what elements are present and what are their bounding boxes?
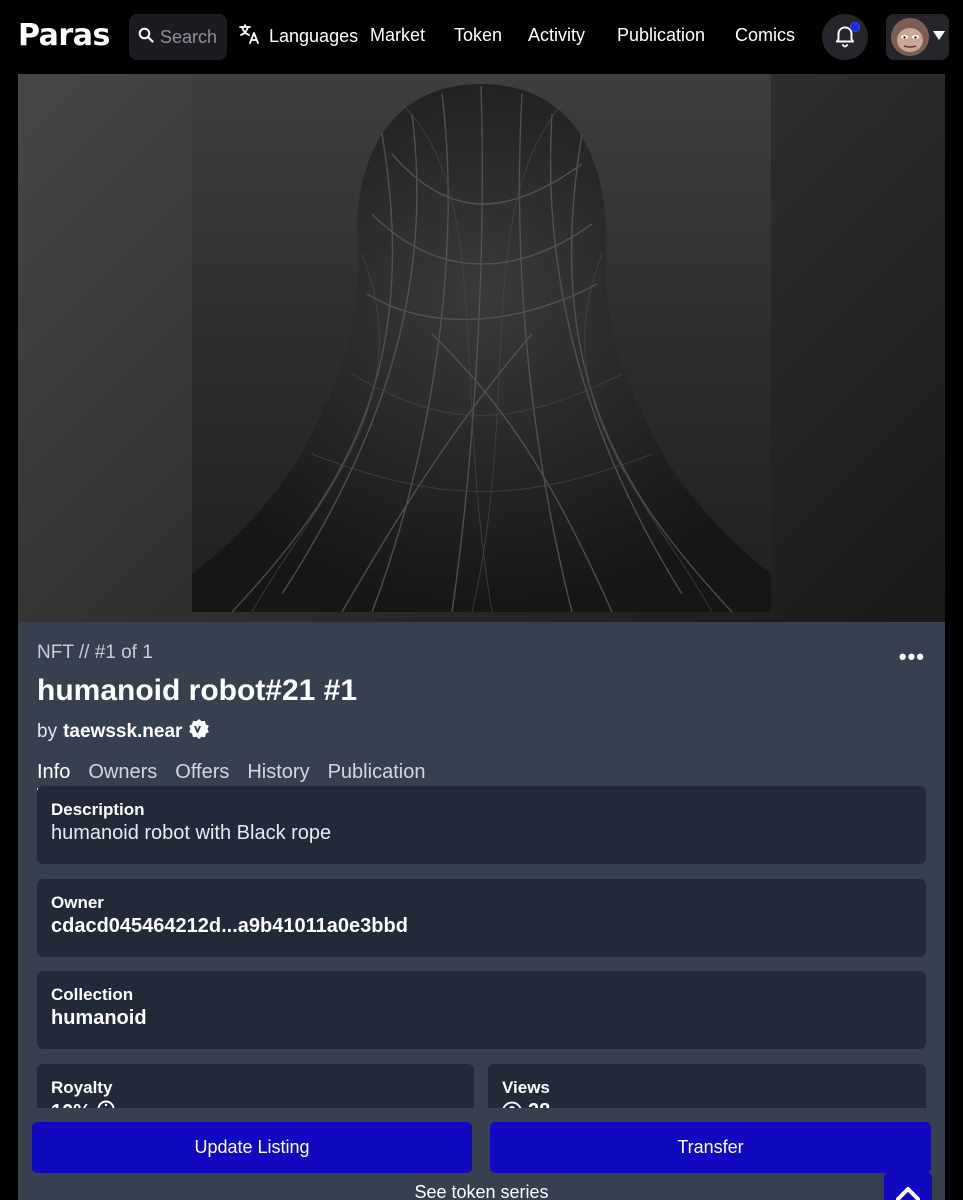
scroll-to-top-button[interactable] <box>884 1172 932 1200</box>
owner-label: Owner <box>51 893 104 912</box>
update-listing-button[interactable]: Update Listing <box>32 1122 472 1173</box>
nav-publication[interactable]: Publication <box>617 25 705 46</box>
description-value: humanoid robot with Black rope <box>51 822 332 844</box>
by-label: by <box>37 721 58 742</box>
token-title: humanoid robot#21 #1 <box>37 674 358 707</box>
search-box[interactable] <box>129 14 227 60</box>
transfer-button[interactable]: Transfer <box>490 1122 931 1173</box>
verified-badge-icon <box>188 718 210 746</box>
nav-activity[interactable]: Activity <box>528 25 585 46</box>
description-label: Description <box>51 800 145 819</box>
collection-card: Collection humanoid <box>37 971 926 1049</box>
creator-byline: by taewssk.near <box>37 718 210 746</box>
nav-comics[interactable]: Comics <box>735 25 795 46</box>
profile-menu[interactable] <box>886 14 949 60</box>
collection-label: Collection <box>51 985 134 1004</box>
chevron-up-icon <box>895 1184 921 1200</box>
owner-value[interactable]: cdacd045464212d...a9b41011a0e3bbd <box>51 915 912 938</box>
avatar <box>891 18 929 56</box>
collection-value[interactable]: humanoid <box>51 1007 912 1030</box>
languages-menu[interactable]: Languages <box>237 22 358 51</box>
more-options-icon[interactable]: ••• <box>899 644 925 670</box>
creator-link[interactable]: taewssk.near <box>63 721 182 743</box>
notification-badge <box>850 22 860 32</box>
translate-icon <box>237 22 261 51</box>
token-edition: NFT // #1 of 1 <box>37 642 153 663</box>
search-input[interactable] <box>160 26 224 48</box>
owner-card: Owner cdacd045464212d...a9b41011a0e3bbd <box>37 879 926 957</box>
search-icon <box>138 27 154 48</box>
see-token-series-link[interactable]: See token series <box>0 1182 963 1200</box>
artwork-image[interactable] <box>192 74 771 612</box>
notification-button[interactable] <box>822 14 868 60</box>
paras-logo[interactable]: Paras <box>18 18 110 53</box>
languages-label: Languages <box>269 26 359 46</box>
chevron-down-icon <box>933 28 945 46</box>
views-label: Views <box>502 1078 550 1097</box>
artwork-frame <box>18 74 945 622</box>
royalty-label: Royalty <box>51 1078 113 1097</box>
nav-market[interactable]: Market <box>370 25 425 46</box>
nav-token[interactable]: Token <box>454 25 502 46</box>
navbar: Paras Languages Market Token Activity Pu… <box>0 0 963 74</box>
description-card: Description humanoid robot with Black ro… <box>37 786 926 864</box>
